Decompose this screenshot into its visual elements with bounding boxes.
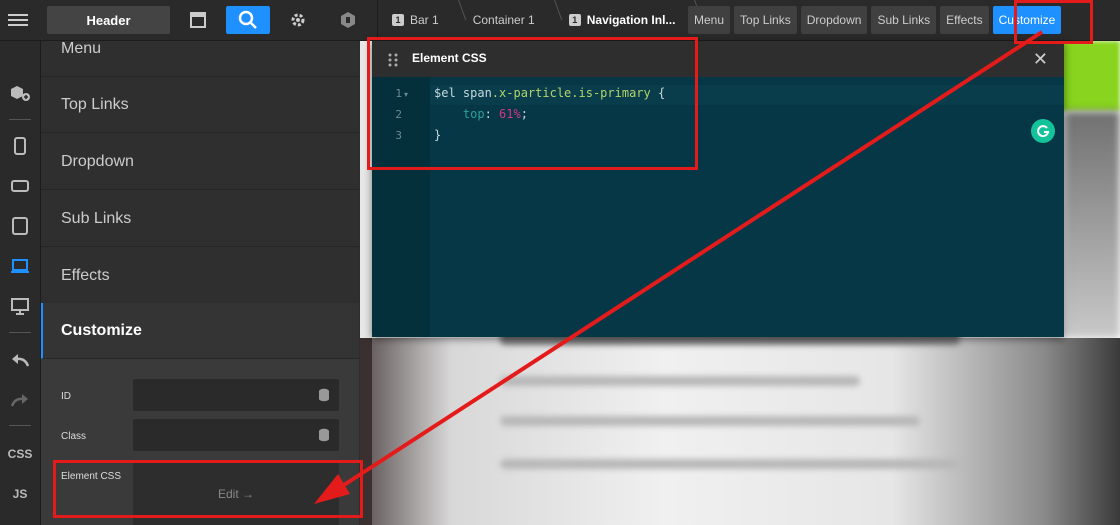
breadcrumb-item[interactable]: Container 1 <box>459 0 555 40</box>
breadcrumb-label: Navigation Inl... <box>586 13 676 27</box>
panel-item-top-links[interactable]: Top Links <box>41 77 359 133</box>
breadcrumb-item[interactable]: 1 Navigation Inl... <box>555 0 696 40</box>
preview-image <box>1060 41 1120 111</box>
phone-landscape-icon[interactable] <box>0 171 40 201</box>
tab-bar: Menu Top Links Dropdown Sub Links Effect… <box>688 6 1062 34</box>
css-button[interactable]: CSS <box>0 439 40 469</box>
preview-image <box>1065 111 1120 338</box>
blurred-text <box>500 376 860 386</box>
panel-item-sub-links[interactable]: Sub Links <box>41 191 359 247</box>
divider <box>9 425 31 426</box>
divider <box>9 332 31 333</box>
tab-sub-links[interactable]: Sub Links <box>871 6 937 34</box>
tablet-icon[interactable] <box>0 211 40 241</box>
class-input[interactable] <box>133 419 339 451</box>
panel-item-customize[interactable]: Customize <box>41 303 359 359</box>
redo-icon[interactable] <box>0 385 40 415</box>
add-element-icon[interactable] <box>0 78 40 108</box>
js-button[interactable]: JS <box>0 479 40 509</box>
annotation-box-element-css <box>53 460 363 518</box>
hamburger-menu-icon[interactable] <box>8 11 28 29</box>
breadcrumb-label: Bar 1 <box>410 13 439 27</box>
blurred-text <box>500 416 920 426</box>
breadcrumb-item[interactable]: 1 Bar 1 <box>378 0 459 40</box>
settings-panel: Menu Top Links Dropdown Sub Links Effect… <box>41 40 359 525</box>
phone-icon[interactable] <box>0 131 40 161</box>
blurred-text <box>500 459 960 469</box>
class-label: Class <box>61 431 87 442</box>
breadcrumb-number: 1 <box>392 14 404 26</box>
tab-effects[interactable]: Effects <box>940 6 989 34</box>
breadcrumb: 1 Bar 1 Container 1 1 Navigation Inl... <box>377 0 695 40</box>
panel-item-menu[interactable]: Menu <box>41 21 359 77</box>
id-input[interactable] <box>133 379 339 411</box>
id-label: ID <box>61 391 71 402</box>
divider <box>9 119 31 120</box>
breadcrumb-label: Container 1 <box>472 13 535 27</box>
database-icon <box>319 388 329 402</box>
left-icon-rail: CSS JS <box>0 41 41 525</box>
desktop-icon[interactable] <box>0 291 40 321</box>
breadcrumb-number: 1 <box>568 14 581 26</box>
panel-item-dropdown[interactable]: Dropdown <box>41 134 359 190</box>
annotation-box-css-editor <box>367 37 698 170</box>
grammarly-icon[interactable] <box>1031 119 1055 143</box>
tab-dropdown[interactable]: Dropdown <box>800 6 868 34</box>
undo-icon[interactable] <box>0 345 40 375</box>
database-icon <box>319 428 329 442</box>
tab-menu[interactable]: Menu <box>688 6 731 34</box>
tab-top-links[interactable]: Top Links <box>734 6 797 34</box>
panel-item-effects[interactable]: Effects <box>41 248 359 304</box>
laptop-icon[interactable] <box>0 251 40 281</box>
blurred-content <box>360 338 1120 525</box>
close-icon[interactable]: ✕ <box>1033 49 1048 70</box>
annotation-box-customize-tab <box>1014 0 1093 44</box>
